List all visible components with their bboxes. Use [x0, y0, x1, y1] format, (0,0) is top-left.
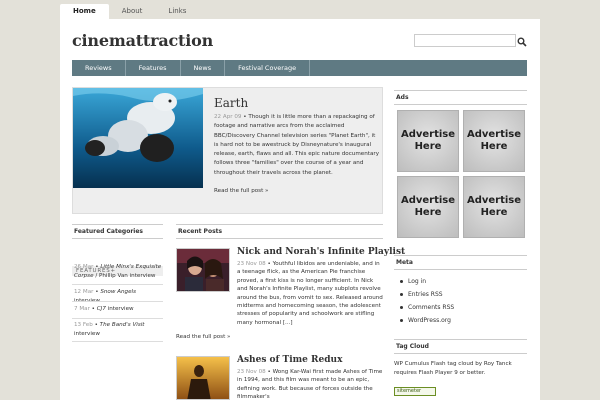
post-body: Youthful libidos are undeniable, and in …: [237, 261, 383, 326]
tab-links[interactable]: Links: [155, 4, 199, 19]
meta-wordpress-link[interactable]: WordPress.org: [394, 314, 454, 327]
search-input[interactable]: [414, 34, 516, 47]
tab-about[interactable]: About: [109, 4, 156, 19]
list-item-separator: •: [89, 306, 97, 312]
featured-read-more-link[interactable]: Read the full post »: [214, 188, 268, 194]
site-title[interactable]: cinemattraction: [72, 31, 213, 50]
top-navigation: Home About Links: [60, 4, 199, 19]
post-thumbnail[interactable]: [176, 248, 230, 292]
sitemeter-badge[interactable]: sitemeter: [394, 387, 436, 396]
post-date: 23 Nov 08: [237, 369, 266, 375]
featured-post-title[interactable]: Earth: [214, 96, 248, 110]
meta-login-link[interactable]: Log in: [394, 275, 454, 288]
nav-reviews[interactable]: Reviews: [72, 60, 126, 76]
page-container: cinemattraction Reviews Features News Fe…: [60, 19, 540, 400]
meta-list: Log in Entries RSS Comments RSS WordPres…: [394, 275, 454, 327]
list-item-title: The Band's Visit: [99, 322, 145, 328]
list-item[interactable]: 13 Feb • The Band's Visit interview: [74, 321, 162, 338]
ad-slot-1[interactable]: Advertise Here: [397, 110, 459, 172]
featured-post-body: Though it is little more than a repackag…: [214, 114, 380, 176]
list-item-date: 12 Mar: [74, 289, 94, 295]
ad-slot-2[interactable]: Advertise Here: [463, 110, 525, 172]
featured-categories-heading: Featured Categories: [72, 224, 163, 239]
list-item-date: 13 Feb: [74, 322, 93, 328]
post-excerpt: 23 Nov 08 • Wong Kar-Wai first made Ashe…: [237, 369, 383, 400]
list-item[interactable]: 12 Mar • Snow Angels interview: [74, 288, 162, 305]
divider: [72, 341, 163, 342]
ad-slot-4[interactable]: Advertise Here: [463, 176, 525, 238]
list-item-separator: •: [92, 322, 100, 328]
featured-post-date: 22 Apr 09: [214, 114, 242, 120]
post-read-more-link[interactable]: Read the full post »: [176, 334, 230, 340]
post-thumbnail[interactable]: [176, 356, 230, 400]
list-item-date: 7 Mar: [74, 306, 90, 312]
ads-heading: Ads: [394, 90, 527, 105]
featured-post-image[interactable]: [73, 88, 203, 188]
list-item[interactable]: 26 Mar • Little Minx's Exquisite Corpse …: [74, 263, 162, 280]
search-icon[interactable]: [516, 33, 528, 47]
tag-cloud-message: WP Cumulus Flash tag cloud by Roy Tanck …: [394, 361, 512, 376]
nav-features[interactable]: Features: [126, 60, 181, 76]
ad-slot-3[interactable]: Advertise Here: [397, 176, 459, 238]
post-title[interactable]: Nick and Norah's Infinite Playlist: [237, 247, 405, 257]
post-title[interactable]: Ashes of Time Redux: [237, 355, 342, 365]
tab-home[interactable]: Home: [60, 4, 109, 19]
list-item-title: CJ7: [96, 306, 106, 312]
featured-post-excerpt: 22 Apr 09 • Though it is little more tha…: [214, 114, 380, 176]
nav-news[interactable]: News: [181, 60, 226, 76]
tag-cloud-heading: Tag Cloud: [394, 339, 527, 354]
list-item-rest: interview: [105, 306, 134, 312]
category-navigation: Reviews Features News Festival Coverage: [72, 60, 527, 76]
divider: [72, 301, 163, 302]
post-excerpt: 23 Nov 08 • Youthful libidos are undenia…: [237, 261, 383, 326]
recent-posts-heading: Recent Posts: [176, 224, 383, 239]
list-item-title: Snow Angels: [100, 289, 137, 295]
divider: [72, 318, 163, 319]
nav-festival-coverage[interactable]: Festival Coverage: [225, 60, 311, 76]
meta-heading: Meta: [394, 255, 527, 270]
post-date: 23 Nov 08: [237, 261, 266, 267]
featured-post: Earth 22 Apr 09 • Though it is little mo…: [72, 87, 383, 214]
list-item-date: 26 Mar: [74, 264, 94, 270]
meta-comments-rss-link[interactable]: Comments RSS: [394, 301, 454, 314]
list-item-rest: / Phillip Van interview: [93, 272, 156, 279]
meta-entries-rss-link[interactable]: Entries RSS: [394, 288, 454, 301]
list-item-rest: interview: [74, 330, 100, 337]
divider: [72, 284, 163, 285]
list-item[interactable]: 7 Mar • CJ7 interview: [74, 305, 162, 314]
